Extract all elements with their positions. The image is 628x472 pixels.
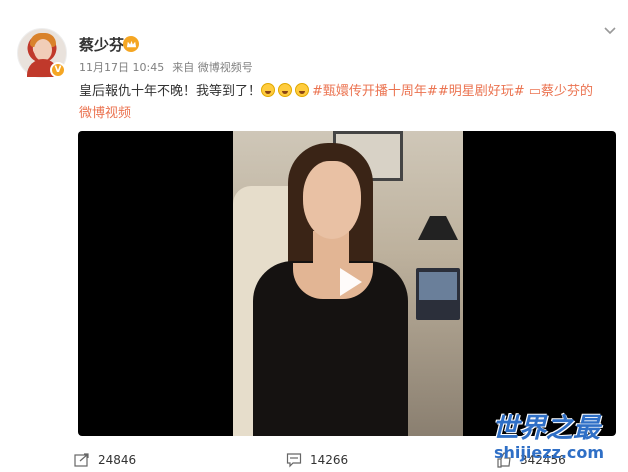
- hashtag-link[interactable]: #甄嬛传开播十周年#: [312, 84, 438, 99]
- video-link-icon[interactable]: ▭: [529, 84, 541, 99]
- comment-count: 14266: [310, 453, 349, 467]
- crown-icon[interactable]: [123, 36, 139, 52]
- verified-badge-icon: V: [50, 62, 66, 78]
- laughing-emoji-icon: [295, 83, 310, 97]
- share-icon: [74, 453, 89, 467]
- watermark-domain: shijiezz.com: [494, 443, 605, 462]
- lamp: [418, 216, 458, 240]
- share-button[interactable]: 24846: [74, 452, 136, 468]
- share-count: 24846: [98, 453, 137, 467]
- site-watermark: 世界之最 shijiezz.com: [492, 414, 622, 472]
- comment-icon: [286, 453, 302, 468]
- play-icon[interactable]: [328, 262, 368, 302]
- comment-button[interactable]: 14266: [286, 452, 348, 468]
- post-source[interactable]: 来自 微博视频号: [172, 61, 253, 74]
- post-text: 皇后報仇十年不晚！我等到了！ #甄嬛传开播十周年##明星剧好玩# ▭蔡少芬的微博视…: [79, 81, 599, 125]
- watermark-title: 世界之最: [492, 413, 600, 444]
- laughing-emoji-icon: [278, 83, 293, 97]
- laptop: [416, 268, 460, 320]
- person-face: [303, 161, 361, 239]
- video-player[interactable]: [78, 131, 616, 436]
- chevron-down-icon[interactable]: [603, 26, 617, 36]
- hashtag-link[interactable]: #明星剧好玩#: [438, 84, 525, 99]
- username[interactable]: 蔡少芬: [79, 34, 124, 55]
- avatar-face: [34, 39, 52, 61]
- laughing-emoji-icon: [261, 83, 276, 97]
- post-meta: 11月17日 10:45 来自 微博视频号: [79, 59, 253, 75]
- post-body: 皇后報仇十年不晚！我等到了！: [79, 84, 262, 99]
- post-date[interactable]: 11月17日 10:45: [79, 61, 164, 74]
